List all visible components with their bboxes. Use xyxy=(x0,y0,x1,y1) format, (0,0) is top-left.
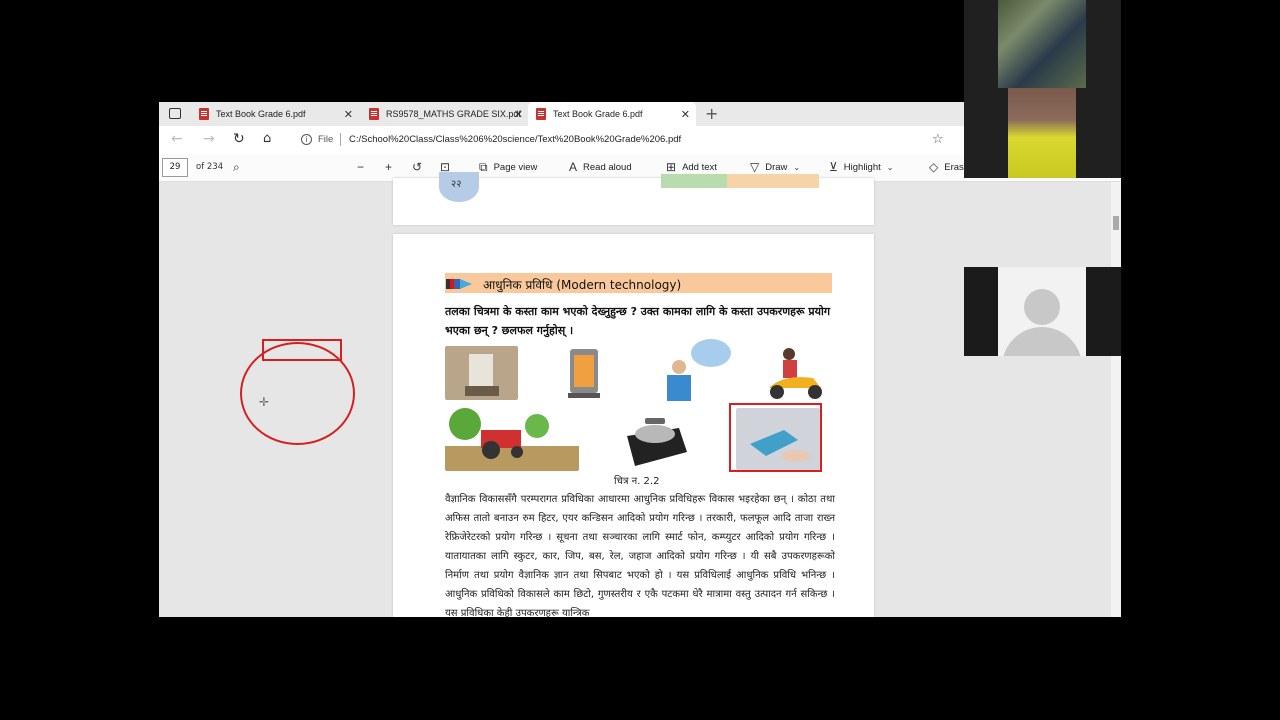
question-text: तलका चित्रमा के कस्ता काम भएको देख्नुहुन… xyxy=(445,305,831,337)
page-number-input[interactable]: 29 xyxy=(162,158,188,177)
tab-label: Text Book Grade 6.pdf xyxy=(553,109,643,119)
highlight-button[interactable]: ⊻ Highlight ⌄ xyxy=(829,160,893,174)
tab-label: RS9578_MATHS GRADE SIX.pdf xyxy=(386,109,521,119)
zoom-out-icon[interactable]: − xyxy=(357,160,364,174)
page-view-label: Page view xyxy=(493,162,538,173)
divider xyxy=(340,133,341,146)
tab-3-active[interactable]: Text Book Grade 6.pdf ✕ xyxy=(528,102,696,126)
induction-cooker-image xyxy=(627,418,687,466)
read-aloud-label: Read aloud xyxy=(583,161,632,173)
iron-highlight-box xyxy=(729,403,822,472)
new-tab-icon[interactable]: + xyxy=(705,104,718,123)
tab-2[interactable]: RS9578_MATHS GRADE SIX.pdf ✕ xyxy=(361,102,529,126)
url-field[interactable]: C:/School%20Class/Class%206%20science/Te… xyxy=(349,134,681,145)
avatar-body-icon xyxy=(1002,327,1082,356)
highlight-label: Highlight xyxy=(843,161,881,173)
browser-window: Text Book Grade 6.pdf ✕ RS9578_MATHS GRA… xyxy=(159,102,1121,617)
add-text-label: Add text xyxy=(682,161,717,173)
scooter-image xyxy=(769,348,822,399)
add-text-button[interactable]: ⊞ Add text xyxy=(666,160,717,174)
close-icon[interactable]: ✕ xyxy=(514,108,523,121)
pdf-icon xyxy=(536,108,546,120)
back-icon[interactable]: ← xyxy=(171,131,183,147)
draw-button[interactable]: ▽ Draw ⌄ xyxy=(750,160,800,174)
avatar-placeholder xyxy=(998,267,1086,356)
erase-label: Eras xyxy=(944,161,964,173)
favorite-icon[interactable]: ☆ xyxy=(932,132,944,147)
add-text-icon: ⊞ xyxy=(666,160,677,174)
body-text: वैज्ञानिक विकाससँगै परम्परागत प्रविधिका … xyxy=(445,494,835,617)
erase-button[interactable]: ◇ Eras xyxy=(929,160,964,174)
figure-caption: चित्र न. 2.2 xyxy=(614,476,660,487)
chevron-down-icon[interactable]: ⌄ xyxy=(887,163,894,172)
scrollbar-thumb[interactable] xyxy=(1113,216,1119,230)
section-title: आधुनिक प्रविधि (Modern technology) xyxy=(483,278,682,292)
draw-label: Draw xyxy=(765,161,788,173)
read-aloud-icon: A xyxy=(569,160,578,174)
refresh-icon[interactable]: ↻ xyxy=(233,131,245,147)
red-rect-annotation xyxy=(262,339,342,361)
pdf-icon xyxy=(199,108,209,120)
draw-icon: ▽ xyxy=(750,160,760,174)
heater-image xyxy=(568,349,600,398)
tab-1[interactable]: Text Book Grade 6.pdf ✕ xyxy=(191,102,359,126)
page-view-button[interactable]: ⧉ Page view xyxy=(479,160,537,175)
page-view-icon: ⧉ xyxy=(479,160,488,174)
forward-icon[interactable]: → xyxy=(203,131,215,147)
pdf-viewport[interactable]: २२ आधुनिक प्रविधि (Modern technology) तल… xyxy=(159,172,1121,617)
home-icon[interactable]: ⌂ xyxy=(263,131,271,146)
shared-screen-thumbnail xyxy=(998,0,1086,88)
phone-person-image xyxy=(667,339,731,401)
close-icon[interactable]: ✕ xyxy=(681,108,690,121)
pdf-icon xyxy=(369,108,379,120)
rotate-icon[interactable]: ↺ xyxy=(412,160,422,174)
eraser-icon: ◇ xyxy=(929,160,939,174)
zoom-in-icon[interactable]: + xyxy=(385,160,392,174)
tab-actions-icon[interactable] xyxy=(169,108,181,119)
pencil-icon xyxy=(446,279,472,289)
tractor-image xyxy=(445,408,579,471)
chevron-down-icon[interactable]: ⌄ xyxy=(793,163,800,172)
participant-video xyxy=(1008,88,1076,178)
vertical-scrollbar[interactable] xyxy=(1111,182,1121,617)
read-aloud-button[interactable]: A Read aloud xyxy=(569,160,632,174)
tab-label: Text Book Grade 6.pdf xyxy=(216,109,306,119)
prev-page-number: २२ xyxy=(451,179,462,190)
crosshair-cursor-icon: ✛ xyxy=(259,395,270,409)
blender-image xyxy=(445,346,518,400)
info-icon[interactable]: i xyxy=(301,134,312,145)
search-icon[interactable]: ⌕ xyxy=(233,160,240,175)
avatar-head-icon xyxy=(1024,289,1060,325)
prev-page-tag-orange xyxy=(727,174,819,188)
pdf-page: आधुनिक प्रविधि (Modern technology) तलका … xyxy=(393,234,874,617)
previous-page: २२ xyxy=(393,172,874,225)
close-icon[interactable]: ✕ xyxy=(344,108,353,121)
file-label: File xyxy=(318,134,334,145)
prev-page-tag-green xyxy=(661,174,727,188)
page-total: of 234 xyxy=(196,162,224,172)
highlight-icon: ⊻ xyxy=(829,160,838,174)
